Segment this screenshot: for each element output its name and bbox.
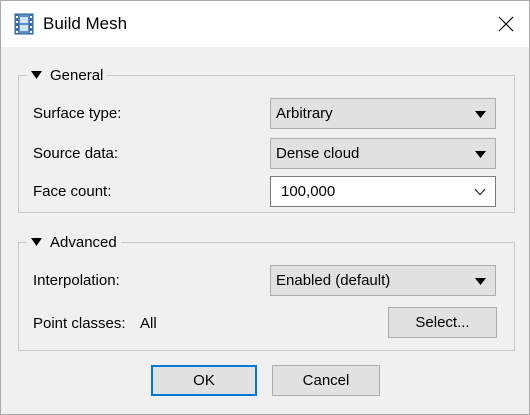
interpolation-label: Interpolation: bbox=[33, 272, 120, 289]
close-button[interactable] bbox=[483, 1, 529, 47]
general-group: General Surface type: Arbitrary Source d… bbox=[18, 65, 515, 213]
point-classes-value: All bbox=[140, 315, 157, 332]
chevron-down-icon[interactable] bbox=[474, 188, 486, 196]
ok-button[interactable]: OK bbox=[151, 365, 257, 396]
interpolation-value: Enabled (default) bbox=[276, 272, 391, 289]
face-count-value: 100,000 bbox=[281, 183, 336, 200]
film-strip-icon bbox=[14, 13, 34, 35]
surface-type-select[interactable]: Arbitrary bbox=[270, 98, 496, 129]
dropdown-arrow-icon bbox=[475, 111, 486, 118]
advanced-group: Advanced Interpolation: Enabled (default… bbox=[18, 232, 515, 351]
surface-type-value: Arbitrary bbox=[276, 105, 333, 122]
collapse-triangle-icon bbox=[31, 238, 42, 246]
face-count-combo[interactable]: 100,000 bbox=[270, 176, 496, 207]
select-point-classes-button[interactable]: Select... bbox=[388, 307, 497, 338]
collapse-triangle-icon bbox=[31, 71, 42, 79]
general-legend-label: General bbox=[50, 66, 104, 84]
advanced-legend-label: Advanced bbox=[50, 233, 117, 251]
title-bar[interactable]: Build Mesh bbox=[1, 1, 529, 47]
close-icon bbox=[498, 16, 514, 32]
general-legend-toggle[interactable]: General bbox=[27, 65, 108, 85]
source-data-select[interactable]: Dense cloud bbox=[270, 138, 496, 169]
advanced-legend-toggle[interactable]: Advanced bbox=[27, 232, 121, 252]
source-data-value: Dense cloud bbox=[276, 145, 360, 162]
dropdown-arrow-icon bbox=[475, 151, 486, 158]
cancel-button[interactable]: Cancel bbox=[272, 365, 380, 396]
window-title: Build Mesh bbox=[43, 14, 128, 33]
source-data-label: Source data: bbox=[33, 145, 119, 162]
surface-type-label: Surface type: bbox=[33, 105, 122, 122]
interpolation-select[interactable]: Enabled (default) bbox=[270, 265, 496, 296]
dropdown-arrow-icon bbox=[475, 278, 486, 285]
point-classes-label: Point classes: bbox=[33, 315, 126, 332]
build-mesh-dialog: Build Mesh General Surface type: Arbitra… bbox=[0, 0, 530, 415]
face-count-label: Face count: bbox=[33, 183, 112, 200]
